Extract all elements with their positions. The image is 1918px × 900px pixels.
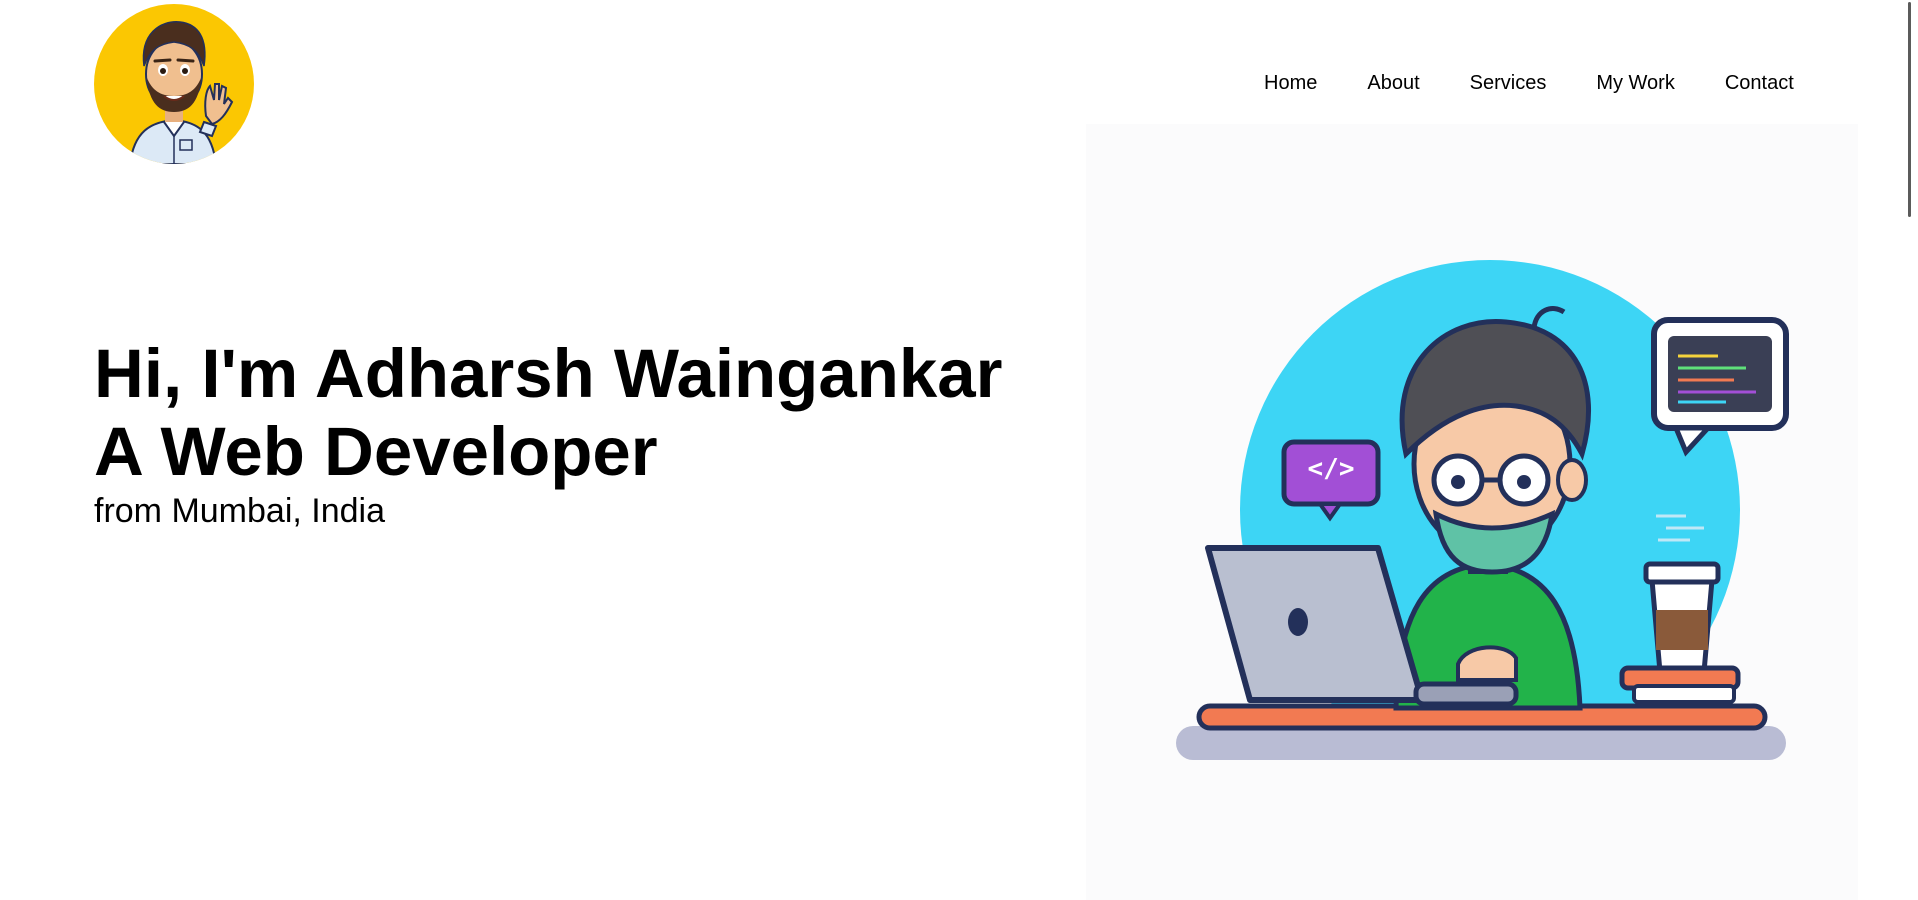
main-nav: Home About Services My Work Contact	[1264, 71, 1794, 95]
nav-my-work[interactable]: My Work	[1596, 71, 1675, 95]
avatar-logo-link[interactable]	[94, 4, 254, 164]
hero-section: Hi, I'm Adharsh Waingankar A Web Develop…	[94, 335, 1002, 531]
scrollbar-thumb[interactable]	[1908, 2, 1911, 217]
code-bubble-label: </>	[1307, 454, 1355, 484]
nav-home[interactable]: Home	[1264, 71, 1317, 95]
page: Home About Services My Work Contact Hi, …	[0, 0, 1918, 900]
nav-about[interactable]: About	[1367, 71, 1419, 95]
hero-title-line1: Hi, I'm Adharsh Waingankar	[94, 335, 1003, 412]
developer-at-laptop-icon	[1176, 260, 1789, 760]
hero-title-line2: A Web Developer	[94, 413, 658, 490]
page-scrollbar[interactable]	[1902, 0, 1918, 900]
avatar-icon	[128, 21, 234, 164]
hero-title: Hi, I'm Adharsh Waingankar A Web Develop…	[94, 335, 1002, 491]
nav-services[interactable]: Services	[1470, 71, 1547, 95]
nav-contact[interactable]: Contact	[1725, 71, 1794, 95]
hero-location: from Mumbai, India	[94, 492, 385, 530]
developer-illustration: </>	[1086, 124, 1858, 900]
